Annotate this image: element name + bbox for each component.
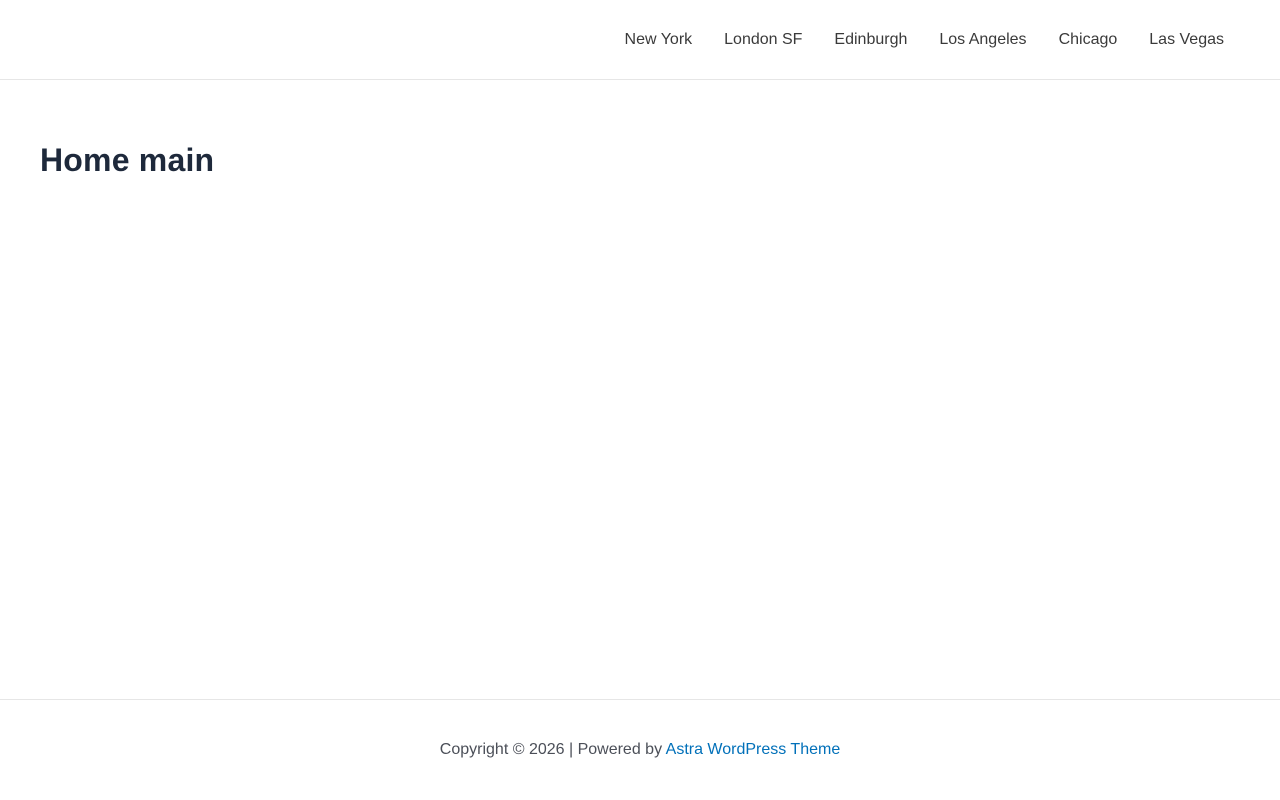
copyright-text: Copyright © 2026 | Powered by	[439, 741, 666, 758]
nav-item-london-sf[interactable]: London SF	[708, 0, 818, 79]
primary-navigation: New York London SF Edinburgh Los Angeles…	[609, 0, 1240, 79]
footer-copyright: Copyright © 2026 | Powered by Astra Word…	[440, 741, 840, 759]
theme-link[interactable]: Astra WordPress Theme	[666, 741, 841, 758]
nav-item-new-york[interactable]: New York	[609, 0, 709, 79]
nav-item-los-angeles[interactable]: Los Angeles	[923, 0, 1042, 79]
site-header: New York London SF Edinburgh Los Angeles…	[0, 0, 1280, 80]
page-title: Home main	[40, 142, 215, 178]
site-footer: Copyright © 2026 | Powered by Astra Word…	[0, 699, 1280, 800]
main-content: Home main	[40, 140, 214, 180]
nav-item-edinburgh[interactable]: Edinburgh	[818, 0, 923, 79]
nav-item-chicago[interactable]: Chicago	[1043, 0, 1134, 79]
nav-item-las-vegas[interactable]: Las Vegas	[1133, 0, 1240, 79]
